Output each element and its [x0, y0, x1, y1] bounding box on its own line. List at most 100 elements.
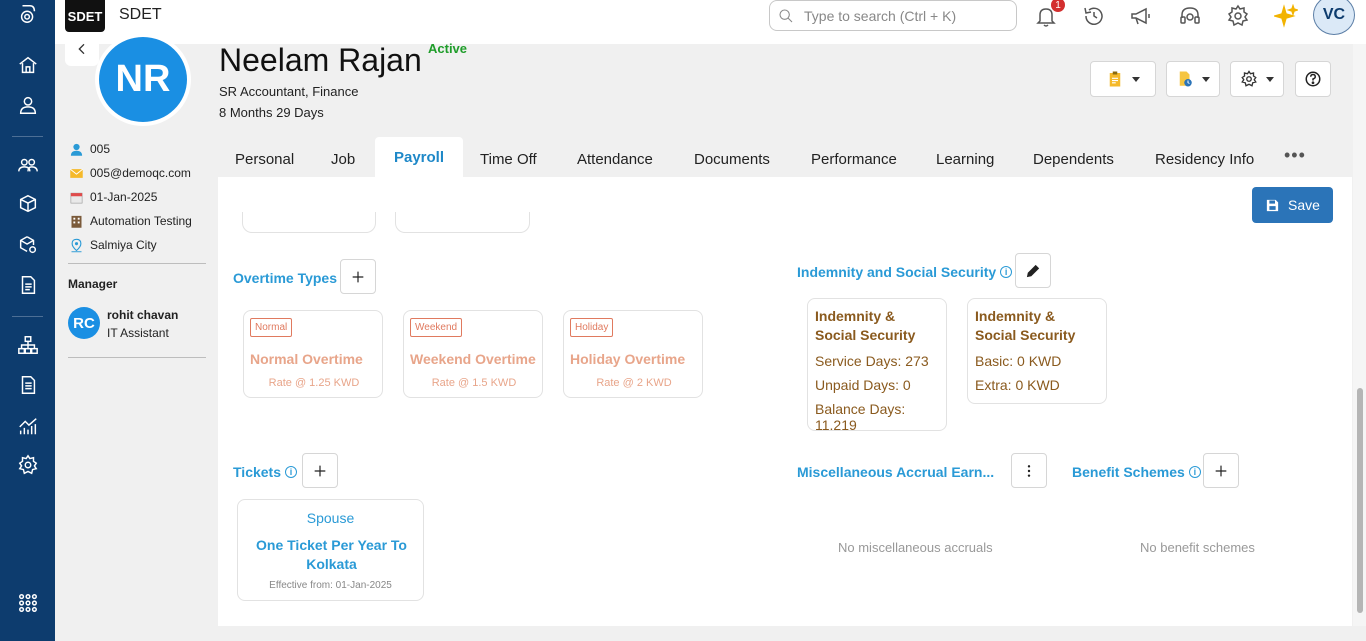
manager-avatar[interactable]: RC [68, 307, 100, 339]
benefit-schemes-empty: No benefit schemes [1140, 540, 1255, 555]
chevron-down-icon [1266, 76, 1274, 82]
tab-performance[interactable]: Performance [811, 151, 897, 168]
overtime-types-title: Overtime Types [233, 270, 337, 286]
settings-menu-button[interactable] [1230, 61, 1284, 97]
balance-days: Balance Days: 11.219 [815, 401, 906, 433]
info-icon[interactable]: i [285, 466, 297, 478]
ticket-description: One Ticket Per Year To Kolkata [256, 537, 407, 572]
document-menu-button[interactable] [1166, 61, 1220, 97]
service-days: Service Days: 273 [815, 353, 929, 369]
support-button[interactable] [1176, 2, 1204, 30]
team-icon[interactable] [16, 153, 40, 177]
add-overtime-button[interactable] [340, 259, 376, 294]
person-icon [70, 143, 82, 156]
scrollbar-thumb[interactable] [1357, 388, 1363, 613]
location: Salmiya City [90, 238, 157, 252]
tab-job[interactable]: Job [331, 151, 355, 168]
help-button[interactable] [1295, 61, 1331, 97]
info-icon[interactable]: i [1000, 266, 1013, 278]
department-row: Automation Testing [68, 213, 192, 229]
tab-residency-info[interactable]: Residency Info [1155, 151, 1254, 168]
org-chart-icon[interactable] [16, 333, 40, 357]
employee-tenure: 8 Months 29 Days [219, 105, 324, 120]
employee-id-row: 005 [68, 141, 110, 157]
manager-name[interactable]: rohit chavan [107, 308, 178, 322]
tickets-label: Tickets [233, 464, 281, 480]
extra-amount: Extra: 0 KWD [975, 377, 1060, 393]
rail-divider [12, 136, 43, 137]
apps-grid-icon[interactable] [16, 591, 40, 615]
kebab-menu-icon [1027, 464, 1031, 477]
employee-status-badge: Active [428, 41, 468, 56]
plus-icon [1215, 465, 1227, 476]
employee-title: SR Accountant, Finance [219, 84, 359, 99]
tab-payroll[interactable]: Payroll [375, 137, 463, 177]
rail-divider [12, 316, 43, 317]
employee-email-row: 005@demoqc.com [68, 165, 191, 181]
building-icon [71, 215, 81, 228]
tab-time-off[interactable]: Time Off [480, 151, 537, 168]
overtime-card-weekend[interactable]: Weekend Weekend Overtime Rate @ 1.5 KWD [403, 310, 543, 398]
indemnity-card-title: Indemnity & Social Security [815, 308, 916, 343]
scrolled-card-stub [242, 212, 376, 233]
overtime-rate: Rate @ 1.5 KWD [431, 377, 517, 389]
indemnity-label: Indemnity and Social Security [797, 264, 997, 280]
sparkle-icon [1274, 4, 1298, 28]
basic-amount: Basic: 0 KWD [975, 353, 1062, 369]
tab-learning[interactable]: Learning [936, 151, 994, 168]
brand-name: SDET [119, 6, 162, 23]
box-icon[interactable] [16, 192, 40, 216]
tab-personal[interactable]: Personal [235, 151, 294, 168]
employee-avatar: NR [95, 33, 191, 126]
home-icon[interactable] [16, 53, 40, 77]
settings-icon[interactable] [16, 453, 40, 477]
location-pin-icon [71, 238, 81, 252]
announcements-button[interactable] [1127, 2, 1155, 30]
overtime-card-holiday[interactable]: Holiday Holiday Overtime Rate @ 2 KWD [563, 310, 703, 398]
user-avatar[interactable]: VC [1313, 0, 1355, 35]
document-icon[interactable] [16, 273, 40, 297]
indemnity-amount-card[interactable]: Indemnity & Social Security Basic: 0 KWD… [967, 298, 1107, 404]
clipboard-menu-button[interactable] [1090, 61, 1156, 97]
app-logo-icon[interactable] [16, 2, 40, 26]
brand-logo[interactable]: SDET [65, 0, 105, 32]
package-settings-icon[interactable] [16, 233, 40, 257]
history-button[interactable] [1080, 2, 1108, 30]
report-icon[interactable] [16, 373, 40, 397]
overtime-name: Normal Overtime [250, 351, 363, 367]
more-tabs-icon[interactable]: ••• [1284, 145, 1306, 166]
misc-accrual-menu-button[interactable] [1011, 453, 1047, 488]
ai-assistant-button[interactable] [1272, 2, 1300, 30]
tab-dependents[interactable]: Dependents [1033, 151, 1114, 168]
global-search-input[interactable]: Type to search (Ctrl + K) [769, 0, 1017, 31]
plus-icon [352, 271, 364, 282]
add-ticket-button[interactable] [302, 453, 338, 488]
chevron-left-icon [78, 43, 85, 55]
manager-role: IT Assistant [107, 326, 169, 340]
add-benefit-scheme-button[interactable] [1203, 453, 1239, 488]
save-label: Save [1288, 197, 1320, 213]
profile-icon[interactable] [16, 93, 40, 117]
save-button[interactable]: Save [1252, 187, 1333, 223]
department: Automation Testing [90, 214, 192, 228]
analytics-icon[interactable] [16, 414, 40, 438]
settings-button[interactable] [1224, 2, 1252, 30]
back-button[interactable] [65, 32, 99, 66]
overtime-name: Holiday Overtime [570, 351, 686, 367]
calendar-icon [70, 192, 82, 203]
tab-attendance[interactable]: Attendance [577, 151, 653, 168]
employee-email[interactable]: 005@demoqc.com [90, 166, 191, 180]
location-row: Salmiya City [68, 237, 157, 253]
tickets-title: Tickets i [233, 464, 297, 480]
search-icon [779, 8, 793, 22]
overtime-rate: Rate @ 2 KWD [596, 377, 672, 389]
ticket-relation: Spouse [306, 510, 355, 526]
indemnity-days-card[interactable]: Indemnity & Social Security Service Days… [807, 298, 947, 433]
info-icon[interactable]: i [1188, 466, 1201, 478]
overtime-card-normal[interactable]: Normal Normal Overtime Rate @ 1.25 KWD [243, 310, 383, 398]
ticket-card[interactable]: Spouse One Ticket Per Year To Kolkata Ef… [237, 499, 424, 601]
edit-indemnity-button[interactable] [1015, 253, 1051, 288]
mail-icon [69, 168, 83, 178]
save-icon [1266, 199, 1279, 211]
tab-documents[interactable]: Documents [694, 151, 770, 168]
